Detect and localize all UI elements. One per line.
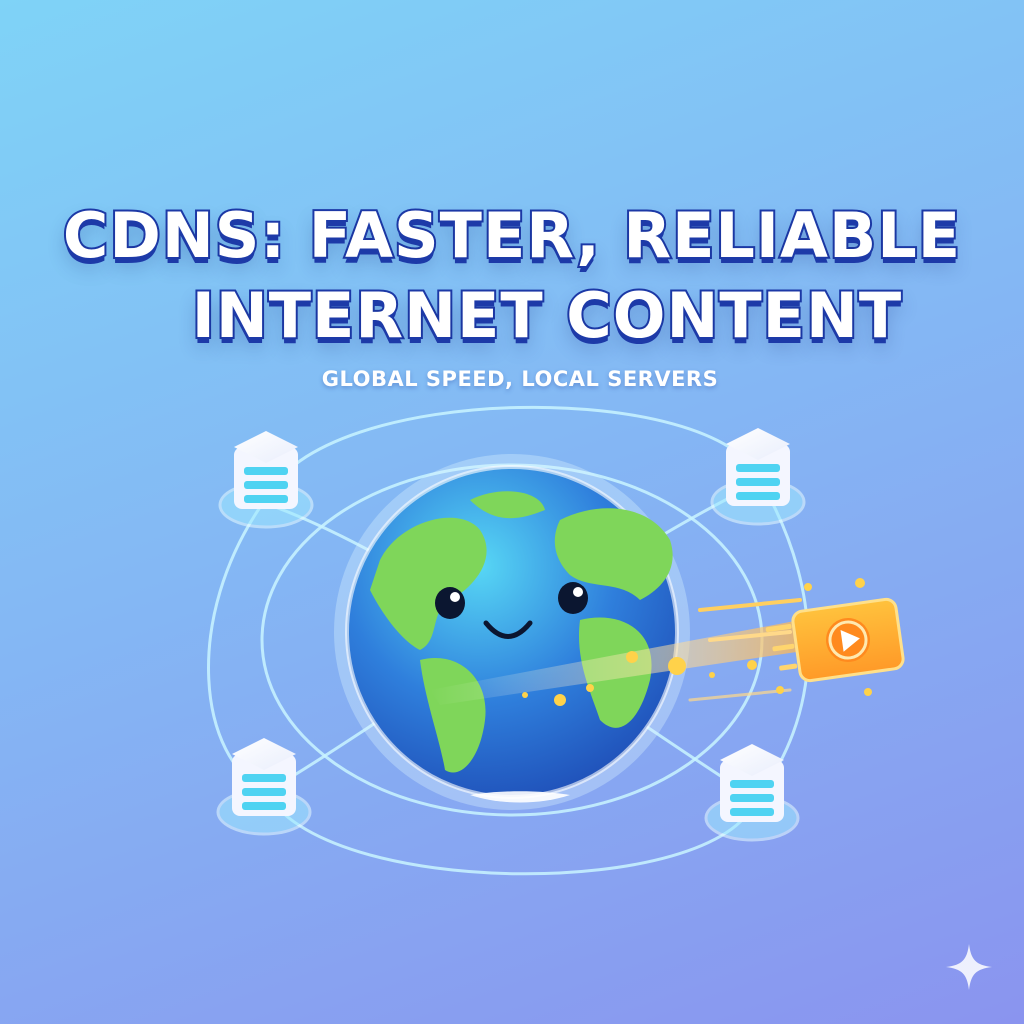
server-icon-bottom-right xyxy=(704,744,800,842)
sparkle-icon xyxy=(946,944,992,990)
server-icon-top-left xyxy=(218,431,314,529)
server-icon-bottom-left xyxy=(216,738,312,836)
server-icon-top-right xyxy=(710,428,806,526)
cdn-illustration xyxy=(207,405,905,876)
globe-icon xyxy=(334,454,690,810)
